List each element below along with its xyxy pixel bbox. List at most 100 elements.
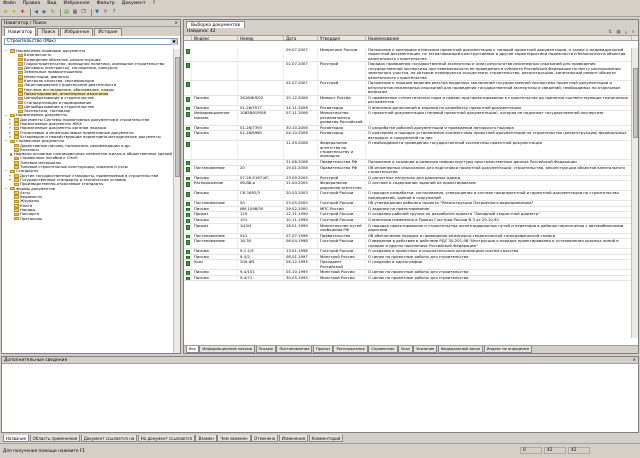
table-row[interactable]: Письмо СК-1692/3 20.03.2003 Госстрой России… xyxy=(184,191,632,202)
table-row[interactable]: 09.07.2007 Минрегион России Положение о кр… xyxy=(184,48,632,63)
table-row[interactable]: 11.09.2006 Федеральное агентство по строи… xyxy=(184,141,632,160)
tab-navigator-1[interactable]: Поиск xyxy=(37,28,60,36)
open-icon[interactable]: ▰ xyxy=(2,9,9,16)
row-approved: Правительство РФ xyxy=(318,165,366,175)
row-number: 01-28/7393 xyxy=(238,125,284,131)
row-icon-cell xyxy=(184,254,192,260)
document-icon xyxy=(186,255,190,260)
folder-icon xyxy=(9,186,15,191)
row-number xyxy=(238,159,284,165)
tab-type-7[interactable]: Указ xyxy=(398,346,413,353)
tab-info-6[interactable]: Отменено xyxy=(251,435,279,442)
chevron-down-icon[interactable]: ▼ xyxy=(171,38,177,45)
tab-info-3[interactable]: На документ ссылаются xyxy=(137,435,195,442)
menu-item-4[interactable]: Фильтр xyxy=(97,1,115,6)
header-index[interactable]: Индекс xyxy=(192,36,238,41)
menu-item-5[interactable]: Документ xyxy=(122,1,146,6)
header-date[interactable]: Дата xyxy=(284,36,318,41)
favorites-icon[interactable]: ★ xyxy=(11,9,18,16)
row-index: Постановление xyxy=(192,201,238,206)
row-index: Информационное письмо xyxy=(192,111,238,125)
status-cell-b: 42 xyxy=(544,447,566,454)
table-row[interactable]: Постановление 20 19.01.2006 Правительство Р… xyxy=(184,165,632,176)
row-title: Об инженерных изысканиях для подготовки … xyxy=(366,165,632,175)
folder-icon xyxy=(17,105,23,109)
navigator-scrollbar[interactable] xyxy=(173,49,180,353)
tab-info-1[interactable]: Область применения xyxy=(29,435,81,442)
tab-info-0[interactable]: Название xyxy=(3,435,30,442)
document-icon xyxy=(186,160,190,165)
tab-info-8[interactable]: Комментарий xyxy=(308,435,344,442)
tab-type-6[interactable]: Справочник xyxy=(368,346,398,353)
folder-icon xyxy=(17,53,23,58)
tab-type-1[interactable]: Информационное письмо xyxy=(199,346,256,353)
tree-node[interactable]: Протоколы xyxy=(4,216,172,221)
print-list-icon[interactable]: ▦ xyxy=(616,30,620,35)
header-approved[interactable]: Утвердил xyxy=(318,36,366,41)
tab-info-2[interactable]: Документ ссылается на xyxy=(80,435,138,442)
selection-tab-label: Выборка документов xyxy=(191,22,241,28)
menu-item-2[interactable]: Вид xyxy=(47,1,56,6)
close-icon[interactable]: × xyxy=(631,30,635,35)
row-title: О создании рабочей группы по разработке … xyxy=(366,212,632,217)
close-icon[interactable]: × xyxy=(632,358,638,363)
table-row[interactable]: Информационное письмо 10858/ЮР/08 07.11.20… xyxy=(184,111,632,126)
tab-type-5[interactable]: Распоряжение xyxy=(333,346,368,353)
add-favorite-icon[interactable]: ✚ xyxy=(19,9,26,16)
refresh-icon[interactable]: ↻ xyxy=(50,9,57,16)
document-icon[interactable]: ▤ xyxy=(63,9,70,16)
collapse-icon[interactable]: − xyxy=(4,49,8,53)
forward-icon[interactable]: ▶ xyxy=(41,9,48,16)
table-row[interactable]: 02.07.2007 Росстрой Положение о порядке ве… xyxy=(184,81,632,96)
folder-icon xyxy=(9,169,15,174)
print-icon[interactable]: ▦ xyxy=(72,9,79,16)
tab-type-2[interactable]: Письмо xyxy=(255,346,276,353)
tab-navigator-3[interactable]: История xyxy=(94,28,122,36)
row-title: О критериях и порядке установления соотв… xyxy=(366,131,632,141)
table-row[interactable]: 02.07.2007 Росстрой Порядок проведения гос… xyxy=(184,62,632,82)
table-row[interactable]: Письмо 9-4/71 30.05.1995 Минстрой России О ц… xyxy=(184,275,632,282)
table-row[interactable]: Указ 209-ФЗ 26.12.1995 Президент Российской… xyxy=(184,260,632,271)
tab-type-0[interactable]: Все xyxy=(186,346,199,353)
sort-icon[interactable]: ⇅ xyxy=(608,30,612,35)
search-icon[interactable]: ⚲ xyxy=(102,9,109,16)
row-date: 07.11.2006 xyxy=(284,111,318,125)
tab-type-9[interactable]: Федеральный закон xyxy=(437,346,484,353)
tab-info-7[interactable]: Изменения xyxy=(278,435,309,442)
tab-navigator-2[interactable]: Избранное xyxy=(60,28,94,36)
table-row[interactable]: Письмо 01-28/6960 04.10.2006 Росавтодор О кр… xyxy=(184,131,632,142)
row-icon-cell xyxy=(184,105,192,111)
expand-icon[interactable]: + xyxy=(8,135,12,139)
table-row[interactable]: Письмо 2618/ФЛ/02 20.12.2006 Минюст России О… xyxy=(184,95,632,106)
table-row[interactable]: Приказ 1Ц3/4 26.01.1999 Министерство путей … xyxy=(184,223,632,234)
header-number[interactable]: Номер xyxy=(238,36,284,41)
tab-type-10[interactable]: Индекс не определен xyxy=(483,346,533,353)
database-select[interactable]: Строительство (Мак) ▼ xyxy=(4,38,178,45)
tab-selection[interactable]: Выборка документов xyxy=(186,21,246,28)
header-title[interactable]: Наименование xyxy=(366,36,632,41)
filter-icon[interactable]: ▼ xyxy=(94,9,101,16)
documents-scrollbar[interactable] xyxy=(631,48,638,338)
document-icon xyxy=(186,218,190,223)
row-number: 119 xyxy=(238,212,284,217)
tab-type-3[interactable]: Постановление xyxy=(276,346,313,353)
menu-item-1[interactable]: Правка xyxy=(23,1,40,6)
menu-item-0[interactable]: Файл xyxy=(3,1,16,6)
copy-icon[interactable]: ❐ xyxy=(80,9,87,16)
tab-info-5[interactable]: Чем заменен xyxy=(217,435,251,442)
tab-type-8[interactable]: Указание xyxy=(413,346,438,353)
help-icon[interactable]: ? xyxy=(111,9,118,16)
back-icon[interactable]: ◀ xyxy=(33,9,40,16)
table-row[interactable]: Постановление 16-30 06.04.1998 Госстрой Рос… xyxy=(184,239,632,250)
export-icon[interactable]: ⤓ xyxy=(625,30,627,35)
menu-item-6[interactable]: ? xyxy=(153,1,155,6)
menu-item-3[interactable]: Избранное xyxy=(64,1,90,6)
tab-info-4[interactable]: Взамен xyxy=(195,435,217,442)
table-row[interactable]: Распоряжение 06-ВБ-р 11.04.2005 Федеральное… xyxy=(184,181,632,192)
row-approved: МПС России xyxy=(318,206,366,212)
status-cell-a: 0 xyxy=(520,447,542,454)
tab-navigator-0[interactable]: Навигатор xyxy=(4,27,37,36)
tab-type-4[interactable]: Приказ xyxy=(312,346,333,353)
close-icon[interactable]: × xyxy=(174,21,180,26)
